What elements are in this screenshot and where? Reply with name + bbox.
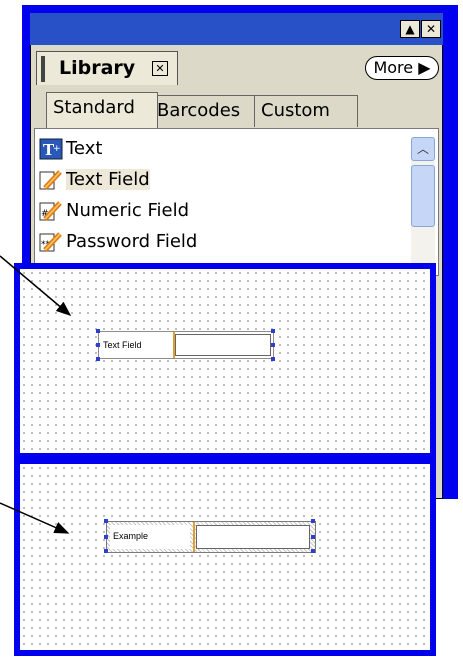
arrow-to-example-field xyxy=(0,502,70,534)
callout-arrows xyxy=(0,255,72,534)
arrow-to-text-field xyxy=(0,255,72,316)
